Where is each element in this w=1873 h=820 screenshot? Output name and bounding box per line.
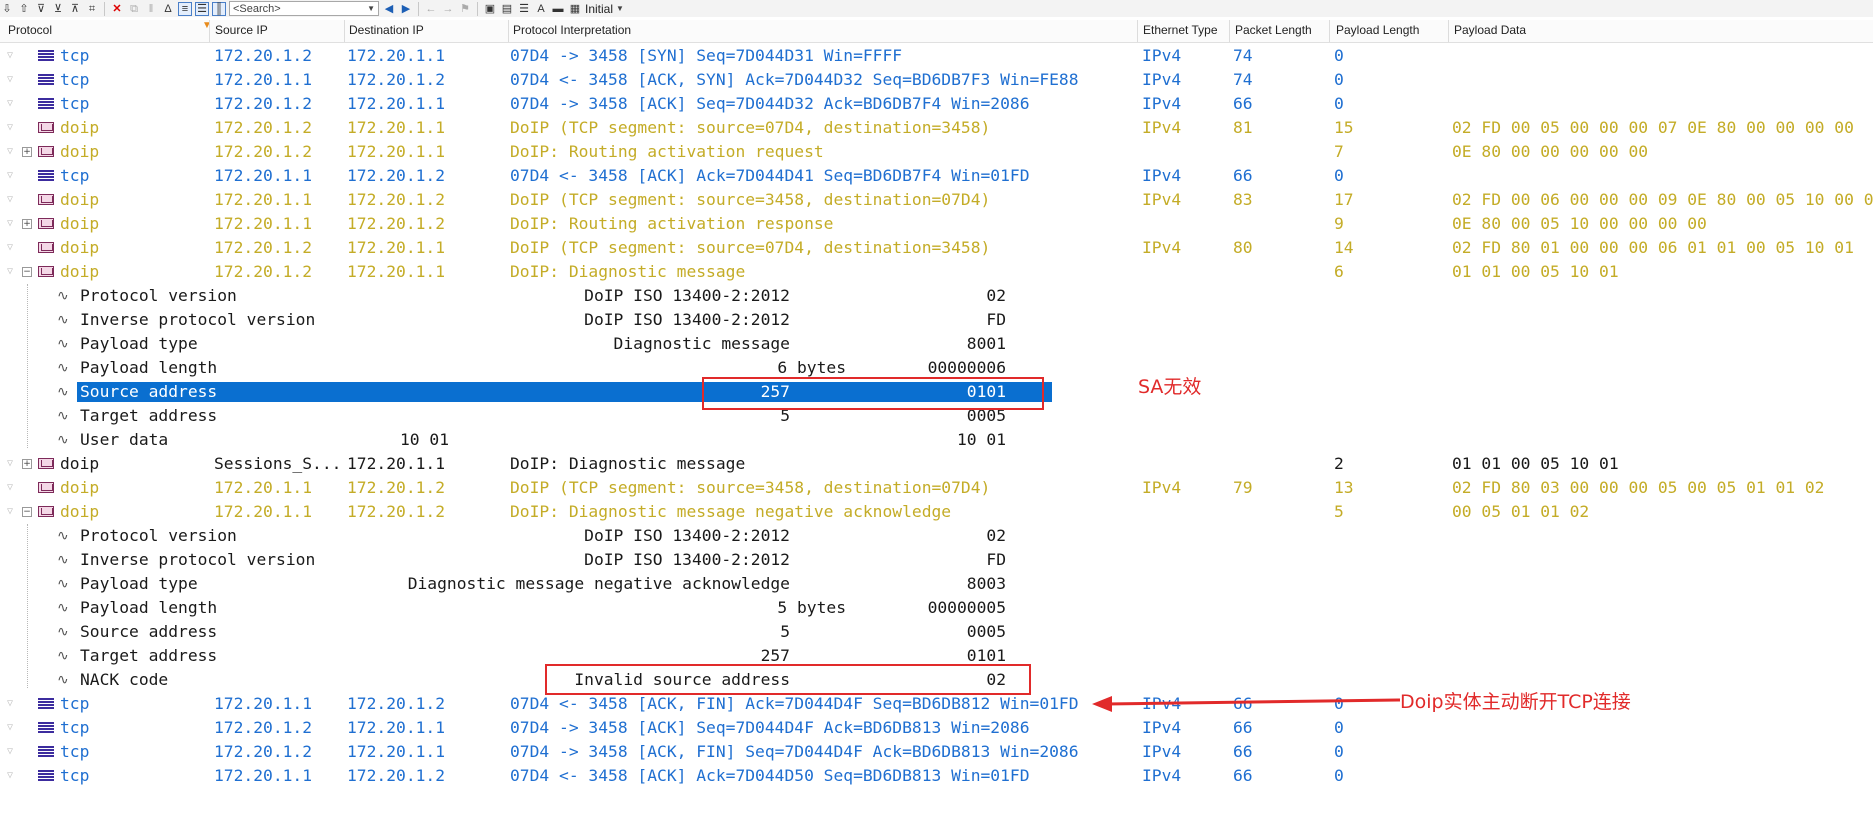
arrow-line bbox=[1105, 698, 1401, 706]
disconnect-annotation: Doip实体主动断开TCP连接 bbox=[1400, 691, 1631, 713]
arrow-head bbox=[1092, 696, 1112, 712]
